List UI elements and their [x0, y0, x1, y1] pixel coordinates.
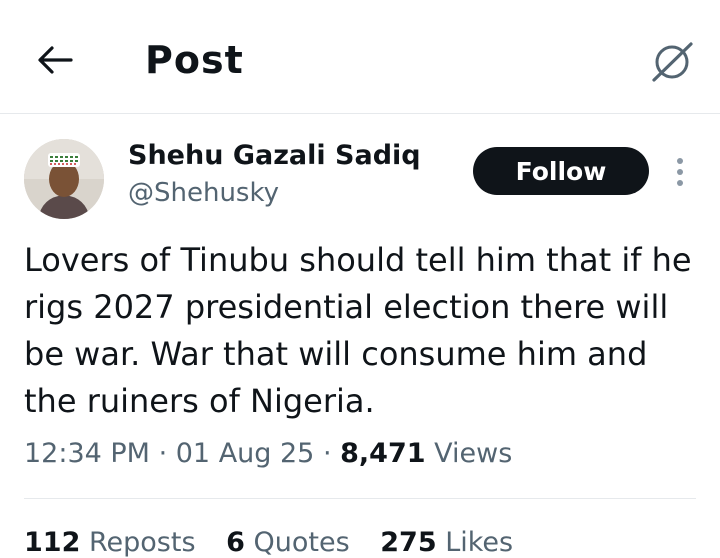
reposts-count: 112 — [24, 527, 81, 558]
grok-icon — [652, 42, 693, 82]
avatar[interactable] — [24, 139, 104, 219]
follow-button[interactable]: Follow — [473, 147, 649, 195]
grok-button[interactable] — [646, 36, 698, 88]
engagement-stats: 112 Reposts 6 Quotes 275 Likes — [24, 527, 535, 558]
more-options-button[interactable] — [664, 152, 696, 192]
post-time[interactable]: 12:34 PM — [24, 438, 150, 469]
likes-stat[interactable]: 275 Likes — [380, 527, 513, 558]
arrow-left-icon — [38, 46, 73, 74]
top-bar: Post — [0, 0, 720, 114]
divider — [24, 498, 696, 499]
reposts-stat[interactable]: 112 Reposts — [24, 527, 196, 558]
views-label: Views — [434, 438, 513, 469]
separator-dot: · — [158, 438, 176, 469]
page-title: Post — [145, 38, 244, 82]
quotes-stat[interactable]: 6 Quotes — [226, 527, 350, 558]
views-count: 8,471 — [340, 438, 426, 469]
author-handle[interactable]: @Shehusky — [128, 178, 279, 208]
likes-label: Likes — [445, 527, 514, 558]
quotes-label: Quotes — [253, 527, 350, 558]
profile-photo — [24, 139, 104, 219]
more-vertical-icon — [677, 158, 683, 164]
separator-dot: · — [322, 438, 341, 469]
post-date[interactable]: 01 Aug 25 — [176, 438, 315, 469]
back-button[interactable] — [30, 38, 80, 82]
post-metadata: 12:34 PM · 01 Aug 25 · 8,471 Views — [24, 438, 512, 469]
post-text: Lovers of Tinubu should tell him that if… — [24, 241, 692, 420]
quotes-count: 6 — [226, 527, 245, 558]
reposts-label: Reposts — [88, 527, 196, 558]
author-name[interactable]: Shehu Gazali Sadiq — [128, 140, 421, 171]
likes-count: 275 — [380, 527, 437, 558]
